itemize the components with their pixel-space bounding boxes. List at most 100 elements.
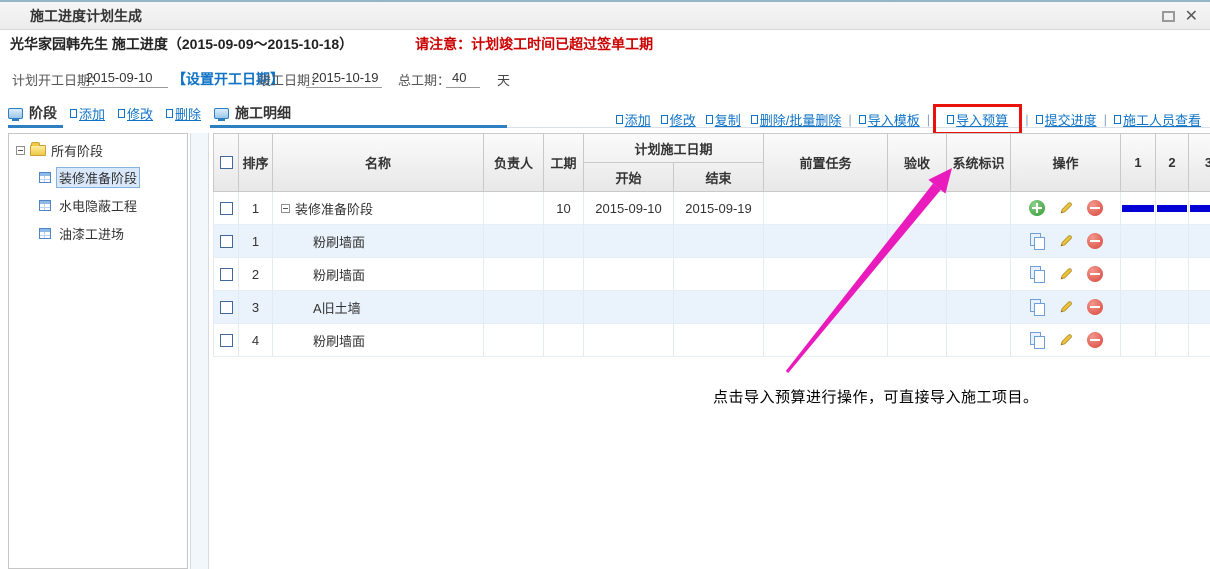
table-row: 1 装修准备阶段 10 2015-09-10 2015-09-19	[213, 192, 1210, 225]
toolbar-separator: |	[848, 112, 851, 127]
row-checkbox[interactable]	[220, 202, 233, 215]
copy-icon[interactable]	[1029, 332, 1045, 348]
row-checkbox[interactable]	[220, 301, 233, 314]
window-titlebar: 施工进度计划生成 ✕	[0, 0, 1210, 30]
construction-plan-window: 施工进度计划生成 ✕ 光华家园韩先生 施工进度（2015-09-09～2015-…	[0, 0, 1210, 569]
copy-icon[interactable]	[1029, 266, 1045, 282]
col-acceptance: 验收	[888, 134, 947, 192]
detail-tab-underline	[210, 125, 507, 128]
row-checkbox[interactable]	[220, 235, 233, 248]
doc-icon	[118, 109, 125, 118]
doc-icon	[616, 115, 623, 124]
monitor-icon	[214, 108, 229, 119]
col-order: 排序	[239, 134, 273, 192]
collapse-icon[interactable]	[16, 146, 25, 155]
doc-icon	[947, 115, 954, 124]
planned-start-input[interactable]: 2015-09-10	[80, 67, 168, 88]
toolbar-import-budget-button[interactable]: 导入预算	[947, 110, 1008, 129]
copy-icon[interactable]	[1029, 233, 1045, 249]
stage-modify-button[interactable]: 修改	[118, 104, 153, 123]
remove-icon[interactable]	[1087, 299, 1103, 315]
edit-pencil-icon[interactable]	[1058, 266, 1074, 282]
duration-unit-label: 天	[497, 70, 510, 89]
tree-item-plumbing-electric[interactable]: 水电隐蔽工程	[39, 195, 187, 216]
window-title: 施工进度计划生成	[30, 6, 142, 26]
toolbar-modify-button[interactable]: 修改	[661, 110, 696, 129]
doc-icon	[1114, 115, 1121, 124]
tree-item-decoration-prep[interactable]: 装修准备阶段	[39, 167, 187, 188]
row-checkbox[interactable]	[220, 268, 233, 281]
toolbar-add-button[interactable]: 添加	[616, 110, 651, 129]
stage-delete-button[interactable]: 删除	[166, 104, 201, 123]
col-end: 结束	[674, 163, 764, 192]
add-icon[interactable]	[1029, 200, 1045, 216]
gantt-bar	[1122, 205, 1154, 212]
toolbar-delete-batch-button[interactable]: 删除/批量删除	[751, 110, 842, 129]
table-row: 3 A旧土墙	[213, 291, 1210, 324]
row-checkbox[interactable]	[220, 334, 233, 347]
copy-icon[interactable]	[1029, 299, 1045, 315]
detail-panel-title: 施工明细	[235, 103, 291, 123]
doc-icon	[70, 109, 77, 118]
col-plan-dates: 计划施工日期	[584, 134, 764, 163]
maximize-icon[interactable]	[1162, 11, 1175, 22]
edit-pencil-icon[interactable]	[1058, 200, 1074, 216]
collapse-icon[interactable]	[281, 204, 290, 213]
doc-icon	[166, 109, 173, 118]
total-duration-input[interactable]: 40	[446, 67, 480, 88]
edit-pencil-icon[interactable]	[1058, 299, 1074, 315]
table-row: 4 粉刷墙面	[213, 324, 1210, 357]
toolbar-separator: |	[1104, 112, 1107, 127]
col-system-id: 系统标识	[947, 134, 1011, 192]
edit-pencil-icon[interactable]	[1058, 233, 1074, 249]
stage-panel-header: 阶段 添加 修改 删除	[8, 101, 201, 125]
table-row: 1 粉刷墙面	[213, 225, 1210, 258]
stage-panel-title: 阶段	[29, 103, 57, 123]
toolbar-import-template-button[interactable]: 导入模板	[859, 110, 920, 129]
toolbar-copy-button[interactable]: 复制	[706, 110, 741, 129]
project-title: 光华家园韩先生 施工进度（2015-09-09～2015-10-18）	[10, 34, 353, 54]
finish-date-input[interactable]: 2015-10-19	[306, 67, 382, 88]
doc-icon	[859, 115, 866, 124]
col-gantt-1: 1	[1121, 134, 1156, 192]
col-owner: 负责人	[484, 134, 544, 192]
toolbar-separator: |	[1025, 112, 1028, 127]
gantt-bar	[1157, 205, 1187, 212]
table-icon	[39, 200, 51, 211]
col-gantt-3: 3	[1189, 134, 1210, 192]
toolbar-separator: |	[927, 112, 930, 127]
stage-tree: 所有阶段 装修准备阶段 水电隐蔽工程 油漆工进场	[8, 133, 188, 569]
info-bar: 光华家园韩先生 施工进度（2015-09-09～2015-10-18） 请注意：…	[0, 30, 1210, 58]
remove-icon[interactable]	[1087, 266, 1103, 282]
remove-icon[interactable]	[1087, 233, 1103, 249]
select-all-checkbox[interactable]	[220, 156, 233, 169]
table-body: 1 装修准备阶段 10 2015-09-10 2015-09-19	[213, 192, 1210, 357]
stage-tab-underline	[8, 125, 63, 128]
col-start: 开始	[584, 163, 674, 192]
tree-item-painting[interactable]: 油漆工进场	[39, 223, 187, 244]
folder-icon	[30, 145, 46, 156]
import-budget-highlight-box: 导入预算	[933, 104, 1022, 135]
toolbar-submit-progress-button[interactable]: 提交进度	[1036, 110, 1097, 129]
remove-icon[interactable]	[1087, 200, 1103, 216]
col-predecessor: 前置任务	[764, 134, 888, 192]
close-icon[interactable]: ✕	[1185, 10, 1198, 23]
stage-add-button[interactable]: 添加	[70, 104, 105, 123]
remove-icon[interactable]	[1087, 332, 1103, 348]
doc-icon	[1036, 115, 1043, 124]
detail-toolbar: 添加 修改 复制 删除/批量删除 | 导入模板 | 导入预算 | 提交进度 | …	[611, 104, 1206, 135]
date-bar: 计划开工日期： 2015-09-10 【设置开工日期】 竣工日期： 2015-1…	[0, 58, 1210, 96]
edit-pencil-icon[interactable]	[1058, 332, 1074, 348]
panel-splitter[interactable]	[190, 133, 209, 569]
col-operations: 操作	[1011, 134, 1121, 192]
tree-root-all-stages[interactable]: 所有阶段	[16, 141, 187, 160]
col-duration: 工期	[544, 134, 584, 192]
doc-icon	[751, 115, 758, 124]
gantt-bar	[1190, 205, 1210, 212]
col-name: 名称	[273, 134, 484, 192]
table-header: 排序 名称 负责人 工期 计划施工日期 开始 结束 前置任务 验收 系统标识 操…	[213, 133, 1210, 192]
col-gantt-2: 2	[1156, 134, 1189, 192]
table-icon	[39, 228, 51, 239]
toolbar-staff-view-button[interactable]: 施工人员查看	[1114, 110, 1201, 129]
annotation-note: 点击导入预算进行操作，可直接导入施工项目。	[713, 386, 1039, 407]
